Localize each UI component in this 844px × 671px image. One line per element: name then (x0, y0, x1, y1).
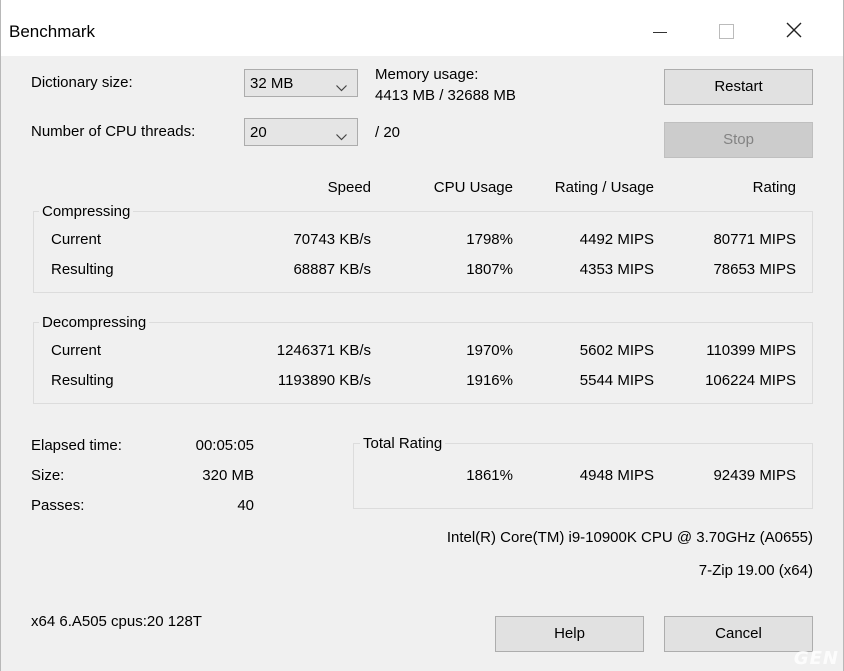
watermark-logo: GEN (793, 648, 839, 669)
compress-resulting-rating: 78653 MIPS (713, 261, 796, 278)
benchmark-window: Benchmark Dictionary size: 32 MB Memory … (0, 0, 844, 671)
memory-usage-label: Memory usage: (375, 66, 479, 83)
dictionary-size-select[interactable]: 32 MB (244, 69, 358, 97)
cpu-threads-select[interactable]: 20 (244, 118, 358, 146)
compress-resulting-rating-usage: 4353 MIPS (579, 261, 654, 278)
decompress-resulting-rating-usage: 5544 MIPS (579, 372, 654, 389)
cancel-button[interactable]: Cancel (664, 616, 813, 652)
dictionary-size-label: Dictionary size: (31, 74, 133, 91)
stop-button[interactable]: Stop (664, 122, 813, 158)
decompress-resulting-rating: 106224 MIPS (705, 372, 796, 389)
compress-current-cpu: 1798% (466, 231, 513, 248)
compress-current-rating: 80771 MIPS (713, 231, 796, 248)
decompress-current-rating-usage: 5602 MIPS (579, 342, 654, 359)
window-title: Benchmark (9, 22, 95, 41)
passes-label: Passes: (31, 497, 85, 514)
compress-resulting-speed: 68887 KB/s (293, 261, 371, 278)
cpu-name: Intel(R) Core(TM) i9-10900K CPU @ 3.70GH… (446, 529, 813, 546)
compress-current-label: Current (51, 231, 102, 248)
decompress-current-cpu: 1970% (466, 342, 513, 359)
decompress-current-label: Current (51, 342, 102, 359)
compress-resulting-cpu: 1807% (466, 261, 513, 278)
column-rating: Rating (752, 179, 796, 196)
decompress-resulting-label: Resulting (51, 372, 114, 389)
cpu-threads-total: / 20 (375, 124, 401, 141)
decompress-resulting-cpu: 1916% (466, 372, 513, 389)
total-rating-usage: 4948 MIPS (579, 467, 654, 484)
restart-button[interactable]: Restart (664, 69, 813, 105)
column-speed: Speed (327, 179, 371, 196)
column-rating-usage: Rating / Usage (554, 179, 654, 196)
total-rating-value: 92439 MIPS (713, 467, 796, 484)
decompress-current-speed: 1246371 KB/s (276, 342, 371, 359)
cpu-threads-label: Number of CPU threads: (31, 123, 196, 140)
column-cpu-usage: CPU Usage (433, 179, 513, 196)
close-icon[interactable] (771, 10, 817, 46)
elapsed-time-value: 00:05:05 (195, 437, 254, 454)
compressing-group (33, 211, 813, 293)
size-label: Size: (31, 467, 65, 484)
elapsed-time-label: Elapsed time: (31, 437, 122, 454)
build-info: x64 6.A505 cpus:20 128T (31, 613, 202, 630)
total-cpu: 1861% (466, 467, 513, 484)
compressing-title: Compressing (39, 203, 134, 220)
decompress-resulting-speed: 1193890 KB/s (277, 372, 371, 389)
chevron-down-icon (336, 128, 347, 145)
compress-resulting-label: Resulting (51, 261, 114, 278)
compress-current-speed: 70743 KB/s (293, 231, 371, 248)
decompressing-group (33, 322, 813, 404)
help-button[interactable]: Help (495, 616, 644, 652)
minimize-icon[interactable] (639, 10, 685, 46)
total-rating-title: Total Rating (360, 435, 446, 452)
compress-current-rating-usage: 4492 MIPS (579, 231, 654, 248)
cpu-threads-value: 20 (250, 124, 267, 141)
chevron-down-icon (336, 79, 347, 96)
decompress-current-rating: 110399 MIPS (706, 342, 796, 359)
size-value: 320 MB (202, 467, 254, 484)
dictionary-size-value: 32 MB (250, 75, 294, 92)
decompressing-title: Decompressing (39, 314, 150, 331)
zip-version: 7-Zip 19.00 (x64) (698, 562, 813, 579)
title-bar: Benchmark (1, 0, 843, 56)
maximize-icon[interactable] (703, 10, 749, 46)
memory-usage-value: 4413 MB / 32688 MB (375, 87, 516, 104)
passes-value: 40 (237, 497, 254, 514)
